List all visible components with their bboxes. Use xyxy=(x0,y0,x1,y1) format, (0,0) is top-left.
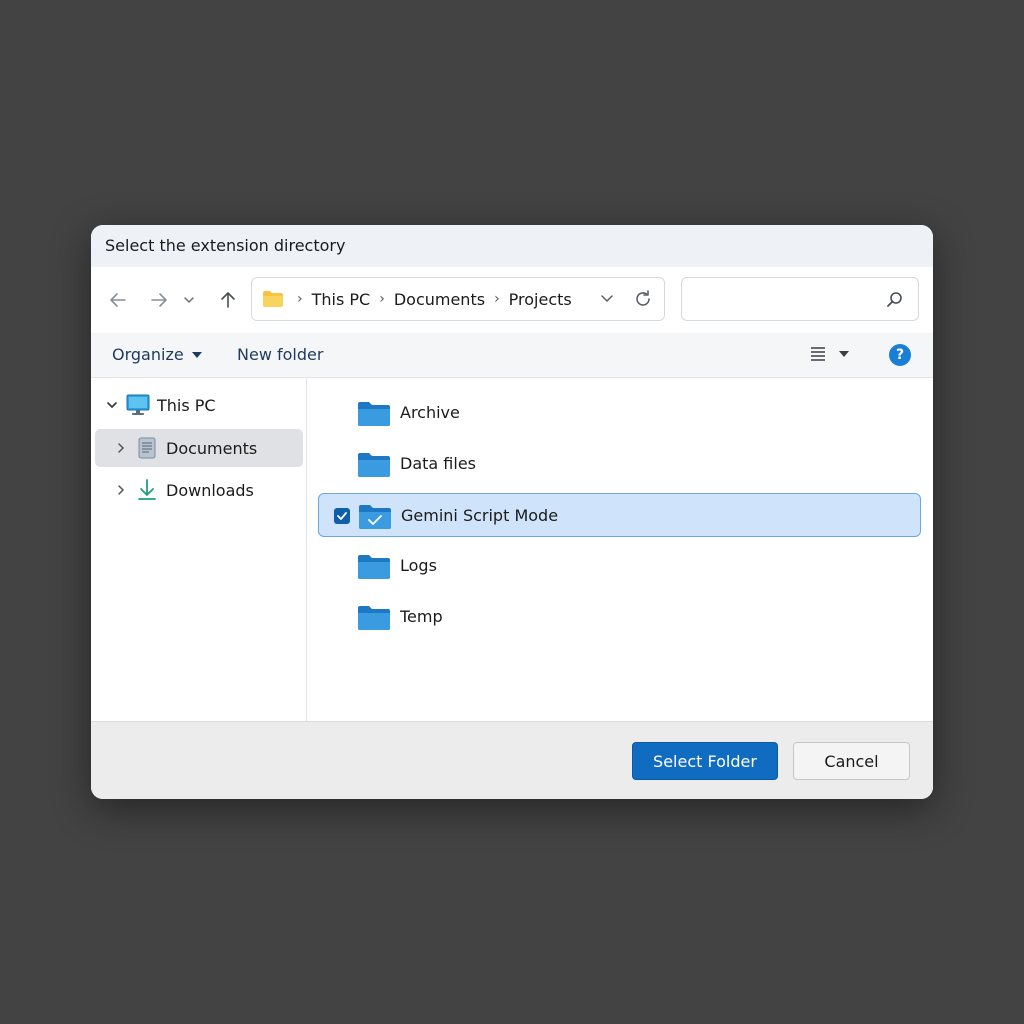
breadcrumb-this-pc[interactable]: This PC xyxy=(312,290,371,309)
sidebar-item-documents[interactable]: Documents xyxy=(95,429,303,467)
file-list: Archive Data files Gemini Script Mode Lo… xyxy=(307,378,933,721)
dialog-title: Select the extension directory xyxy=(105,236,346,255)
arrow-up-icon xyxy=(221,292,235,308)
refresh-icon[interactable] xyxy=(633,289,653,309)
search-box[interactable] xyxy=(681,277,919,321)
organize-label: Organize xyxy=(112,345,184,364)
help-button[interactable]: ? xyxy=(889,344,911,366)
sidebar-item-label: This PC xyxy=(157,395,216,415)
chevron-right-icon[interactable] xyxy=(110,484,132,496)
search-icon[interactable] xyxy=(886,291,904,309)
folder-icon xyxy=(358,606,390,630)
folder-icon xyxy=(358,402,390,426)
caret-down-icon xyxy=(839,351,849,357)
download-icon xyxy=(132,478,162,502)
sidebar-item-downloads[interactable]: Downloads xyxy=(110,471,300,509)
folder-item-logs[interactable]: Logs xyxy=(318,544,921,588)
list-view-icon xyxy=(811,347,825,361)
title-bar: Select the extension directory xyxy=(91,225,933,267)
folder-icon xyxy=(358,453,390,477)
monitor-icon xyxy=(123,394,153,416)
chevron-right-icon[interactable] xyxy=(110,442,132,454)
dialog-footer: Select Folder Cancel xyxy=(91,721,933,799)
organize-button[interactable]: Organize xyxy=(112,345,202,364)
folder-name: Data files xyxy=(400,454,476,473)
view-options-button[interactable] xyxy=(809,345,849,363)
folder-name: Archive xyxy=(400,403,460,422)
address-bar[interactable]: › This PC › Documents › Projects xyxy=(251,277,665,321)
file-picker-dialog: Select the extension directory › This PC… xyxy=(91,225,933,799)
arrow-left-icon xyxy=(110,293,126,307)
folder-item-gemini-script-mode[interactable]: Gemini Script Mode xyxy=(318,493,921,537)
navigation-pane: This PC Documents Downloads xyxy=(91,378,307,721)
new-folder-label: New folder xyxy=(237,345,324,364)
folder-name: Logs xyxy=(400,556,437,575)
folder-icon xyxy=(358,555,390,579)
chevron-right-icon: › xyxy=(297,291,303,307)
chevron-right-icon: › xyxy=(379,291,385,307)
sidebar-item-label: Documents xyxy=(166,438,258,458)
folder-item-temp[interactable]: Temp xyxy=(318,595,921,639)
folder-item-data-files[interactable]: Data files xyxy=(318,442,921,486)
address-history-icon[interactable] xyxy=(600,291,614,305)
up-button[interactable] xyxy=(213,285,243,315)
chevron-down-icon[interactable] xyxy=(101,399,123,411)
checkbox-checked-icon[interactable] xyxy=(334,508,350,524)
back-button[interactable] xyxy=(103,285,133,315)
new-folder-button[interactable]: New folder xyxy=(237,345,323,364)
recent-locations-button[interactable] xyxy=(179,285,199,315)
select-folder-button[interactable]: Select Folder xyxy=(632,742,778,780)
cancel-button[interactable]: Cancel xyxy=(793,742,910,780)
forward-button[interactable] xyxy=(144,285,174,315)
sidebar-item-this-pc[interactable]: This PC xyxy=(101,386,301,424)
breadcrumb: › This PC › Documents › Projects xyxy=(288,278,572,320)
chevron-right-icon: › xyxy=(494,291,500,307)
folder-icon xyxy=(263,291,283,307)
command-bar: Organize New folder xyxy=(91,333,933,378)
folder-item-archive[interactable]: Archive xyxy=(318,391,921,435)
sidebar-item-label: Downloads xyxy=(166,480,254,500)
folder-check-icon xyxy=(359,505,391,529)
chevron-down-icon xyxy=(184,297,194,304)
arrow-right-icon xyxy=(151,293,167,307)
caret-down-icon xyxy=(191,351,202,358)
document-icon xyxy=(132,437,162,459)
breadcrumb-projects[interactable]: Projects xyxy=(509,290,572,309)
breadcrumb-documents[interactable]: Documents xyxy=(394,290,485,309)
folder-name: Temp xyxy=(400,607,443,626)
navigation-bar: › This PC › Documents › Projects xyxy=(91,267,933,333)
search-input[interactable] xyxy=(690,284,874,316)
folder-name: Gemini Script Mode xyxy=(401,506,559,525)
